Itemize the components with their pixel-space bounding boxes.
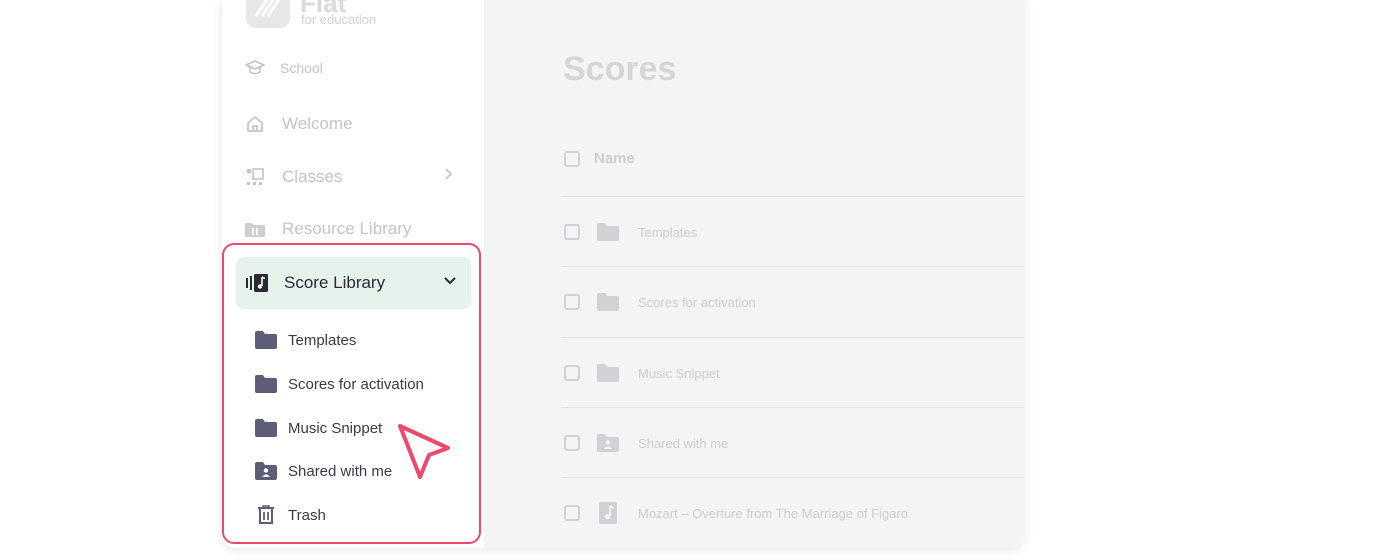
sidebar-subitem-shared-with-me[interactable]: Shared with me — [254, 461, 392, 481]
home-icon — [244, 113, 266, 135]
sidebar-item-welcome[interactable]: Welcome — [244, 113, 353, 135]
sidebar-subitem-label: Trash — [288, 506, 326, 524]
sidebar-item-label: Resource Library — [282, 219, 412, 238]
flat-logo[interactable] — [246, 0, 290, 28]
row-checkbox[interactable] — [564, 435, 580, 451]
row-checkbox[interactable] — [564, 224, 580, 240]
sidebar-subitem-label: Shared with me — [288, 462, 393, 480]
row-divider — [561, 266, 1024, 267]
row-label: Music Snippet — [638, 365, 720, 381]
table-row[interactable]: Music Snippet — [564, 363, 720, 383]
sidebar-subitem-label: Scores for activation — [288, 375, 424, 393]
logo-stripes-icon — [254, 0, 281, 17]
chevron-right-icon[interactable] — [444, 167, 454, 186]
table-row[interactable]: Scores for activation — [564, 292, 756, 312]
brand-subtitle: for education — [301, 12, 377, 27]
select-all-checkbox[interactable] — [564, 150, 580, 167]
sidebar-item-label: Classes — [282, 167, 343, 186]
sidebar-item-score-library[interactable]: Score Library — [236, 257, 471, 309]
chevron-down-icon[interactable] — [443, 273, 457, 291]
trash-icon — [254, 505, 278, 525]
row-label: Shared with me — [638, 435, 729, 451]
cursor-pointer-icon — [398, 424, 450, 479]
resource-library-icon — [244, 218, 266, 240]
table-header: Name — [564, 150, 635, 167]
row-divider — [561, 477, 1024, 478]
score-library-highlight: Score Library Templates Scores for activ… — [222, 243, 481, 544]
sidebar-item-label: Score Library — [284, 273, 386, 292]
sidebar-item-label: School — [280, 60, 323, 76]
sidebar-subitem-scores-for-activation[interactable]: Scores for activation — [254, 374, 424, 394]
folder-icon — [254, 374, 278, 394]
folder-icon — [596, 222, 620, 242]
table-row[interactable]: Mozart – Overture from The Marriage of F… — [564, 502, 908, 524]
classes-icon — [244, 166, 266, 188]
sidebar-subitem-label: Music Snippet — [288, 419, 383, 437]
row-checkbox[interactable] — [564, 505, 580, 521]
page-title: Scores — [563, 50, 677, 88]
column-header-name[interactable]: Name — [594, 150, 635, 167]
folder-icon — [596, 292, 620, 312]
folder-icon — [254, 330, 278, 350]
score-file-icon — [596, 502, 620, 524]
app-window: Flat for education School Welcome Classe… — [222, 0, 1024, 548]
table-row[interactable]: Templates — [564, 222, 697, 242]
sidebar-subitem-templates[interactable]: Templates — [254, 330, 356, 350]
sidebar-item-classes[interactable]: Classes — [244, 166, 342, 188]
main-content: Scores Name Templates Scores for activat… — [484, 0, 1024, 548]
row-divider — [561, 337, 1024, 338]
folder-icon — [596, 363, 620, 383]
sidebar-subitem-label: Templates — [288, 331, 357, 349]
graduation-cap-icon — [244, 57, 266, 79]
table-row[interactable]: Shared with me — [564, 433, 728, 453]
row-label: Mozart – Overture from The Marriage of F… — [638, 505, 908, 521]
score-library-icon — [246, 272, 270, 294]
sidebar-subitem-trash[interactable]: Trash — [254, 505, 326, 525]
row-label: Scores for activation — [638, 294, 756, 310]
row-checkbox[interactable] — [564, 294, 580, 310]
row-divider — [561, 196, 1024, 197]
sidebar-item-resource-library[interactable]: Resource Library — [244, 218, 411, 240]
sidebar-item-school[interactable]: School — [244, 57, 323, 79]
folder-icon — [254, 418, 278, 438]
row-label: Templates — [638, 224, 698, 240]
row-divider — [561, 407, 1024, 408]
sidebar-item-label: Welcome — [282, 114, 353, 133]
shared-folder-icon — [596, 433, 620, 453]
shared-folder-icon — [254, 461, 278, 481]
row-checkbox[interactable] — [564, 365, 580, 381]
sidebar-subitem-music-snippet[interactable]: Music Snippet — [254, 418, 382, 438]
